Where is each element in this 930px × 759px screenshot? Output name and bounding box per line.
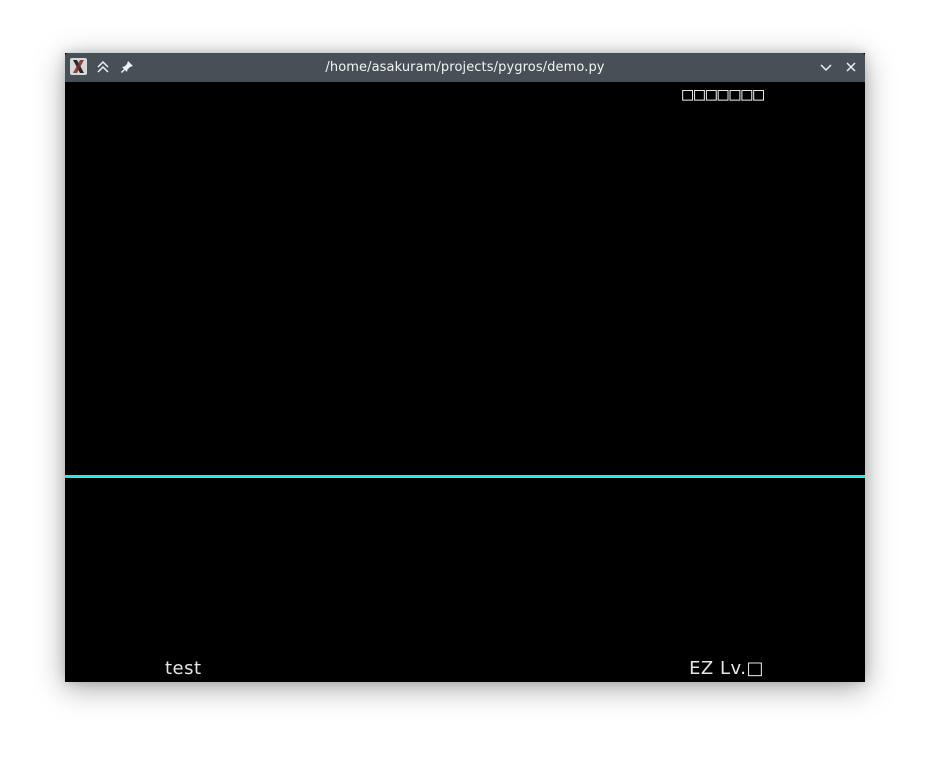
window-title: /home/asakuram/projects/pygros/demo.py [325,60,605,75]
chevron-down-icon[interactable] [817,58,835,76]
close-icon[interactable] [842,58,860,76]
judge-line [65,475,865,478]
app-window: /home/asakuram/projects/pygros/demo.py □… [65,53,865,682]
difficulty-level: EZ Lv.□ [689,658,764,679]
song-name: test [165,658,202,679]
score-display: □□□□□□□ [682,84,765,105]
game-canvas[interactable]: □□□□□□□ test EZ Lv.□ [65,82,865,682]
window-titlebar[interactable]: /home/asakuram/projects/pygros/demo.py [65,53,865,82]
